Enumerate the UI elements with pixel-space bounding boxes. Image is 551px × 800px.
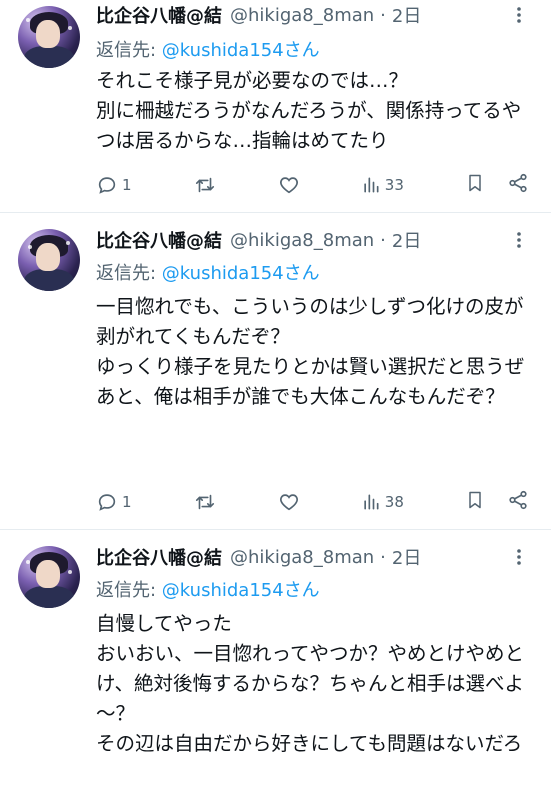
like-icon xyxy=(278,174,300,196)
tweet-2[interactable]: 比企谷八幡@結 @hikiga8_8man · 2日 返信先: @kushida… xyxy=(0,213,551,530)
user-handle[interactable]: @hikiga8_8man xyxy=(230,547,374,568)
tweet-header: 比企谷八幡@結 @hikiga8_8man · 2日 xyxy=(96,2,531,28)
reply-prefix: 返信先: xyxy=(96,580,162,601)
bookmark-icon[interactable] xyxy=(465,172,485,198)
right-actions xyxy=(465,172,529,198)
more-icon[interactable] xyxy=(507,227,531,253)
separator: · xyxy=(380,546,386,568)
retweet-icon xyxy=(193,174,217,196)
views-button[interactable]: 38 xyxy=(361,492,404,512)
retweet-button[interactable] xyxy=(193,491,217,513)
more-icon[interactable] xyxy=(507,544,531,570)
retweet-button[interactable] xyxy=(193,174,217,196)
timestamp[interactable]: 2日 xyxy=(392,544,421,570)
separator: · xyxy=(380,4,386,26)
tweet-text: 自慢してやった おいおい、一目惚れってやつか？やめとけやめとけ、絶対後悔するから… xyxy=(96,612,525,755)
retweet-icon xyxy=(193,491,217,513)
timestamp[interactable]: 2日 xyxy=(392,227,421,253)
tweet-header: 比企谷八幡@結 @hikiga8_8man · 2日 xyxy=(96,227,531,253)
tweet-text: 一目惚れでも、こういうのは少しずつ化けの皮が剥がれてくもんだぞ？ ゆっくり様子を… xyxy=(96,295,525,408)
share-icon[interactable] xyxy=(507,489,529,515)
views-button[interactable]: 33 xyxy=(361,175,404,195)
right-actions xyxy=(465,489,529,515)
tweet-3[interactable]: 比企谷八幡@結 @hikiga8_8man · 2日 返信先: @kushida… xyxy=(0,530,551,800)
reply-context: 返信先: @kushida154さん xyxy=(96,36,320,62)
timeline: 比企谷八幡@結 @hikiga8_8man · 2日 返信先: @kushida… xyxy=(0,0,551,800)
tweet-header: 比企谷八幡@結 @hikiga8_8man · 2日 xyxy=(96,544,531,570)
action-bar: 1 38 xyxy=(96,487,529,517)
share-icon[interactable] xyxy=(507,172,529,198)
views-count: 38 xyxy=(384,493,404,511)
avatar[interactable] xyxy=(18,546,80,608)
views-count: 33 xyxy=(384,176,404,194)
display-name[interactable]: 比企谷八幡@結 xyxy=(96,227,222,253)
mention-link[interactable]: @kushida154さん xyxy=(162,263,320,284)
display-name[interactable]: 比企谷八幡@結 xyxy=(96,2,222,28)
like-button[interactable] xyxy=(278,174,300,196)
more-icon[interactable] xyxy=(507,2,531,28)
tweet-text: それこそ様子見が必要なのでは…？ 別に柵越だろうがなんだろうが、関係持ってるやつ… xyxy=(96,69,522,152)
reply-count: 1 xyxy=(122,176,132,194)
mention-link[interactable]: @kushida154さん xyxy=(162,40,320,61)
like-icon xyxy=(278,491,300,513)
avatar[interactable] xyxy=(18,229,80,291)
reply-prefix: 返信先: xyxy=(96,40,162,61)
like-button[interactable] xyxy=(278,491,300,513)
user-handle[interactable]: @hikiga8_8man xyxy=(230,230,374,251)
separator: · xyxy=(380,229,386,251)
views-icon xyxy=(361,175,381,195)
views-icon xyxy=(361,492,381,512)
reply-button[interactable]: 1 xyxy=(96,174,132,196)
reply-prefix: 返信先: xyxy=(96,263,162,284)
reply-context: 返信先: @kushida154さん xyxy=(96,576,320,602)
user-handle[interactable]: @hikiga8_8man xyxy=(230,5,374,26)
reply-icon xyxy=(96,491,118,513)
bookmark-icon[interactable] xyxy=(465,489,485,515)
tweet-1[interactable]: 比企谷八幡@結 @hikiga8_8man · 2日 返信先: @kushida… xyxy=(0,0,551,213)
reply-count: 1 xyxy=(122,493,132,511)
timestamp[interactable]: 2日 xyxy=(392,2,421,28)
reply-context: 返信先: @kushida154さん xyxy=(96,259,320,285)
avatar[interactable] xyxy=(18,6,80,68)
action-bar: 1 33 xyxy=(96,170,529,200)
reply-icon xyxy=(96,174,118,196)
mention-link[interactable]: @kushida154さん xyxy=(162,580,320,601)
display-name[interactable]: 比企谷八幡@結 xyxy=(96,544,222,570)
reply-button[interactable]: 1 xyxy=(96,491,132,513)
